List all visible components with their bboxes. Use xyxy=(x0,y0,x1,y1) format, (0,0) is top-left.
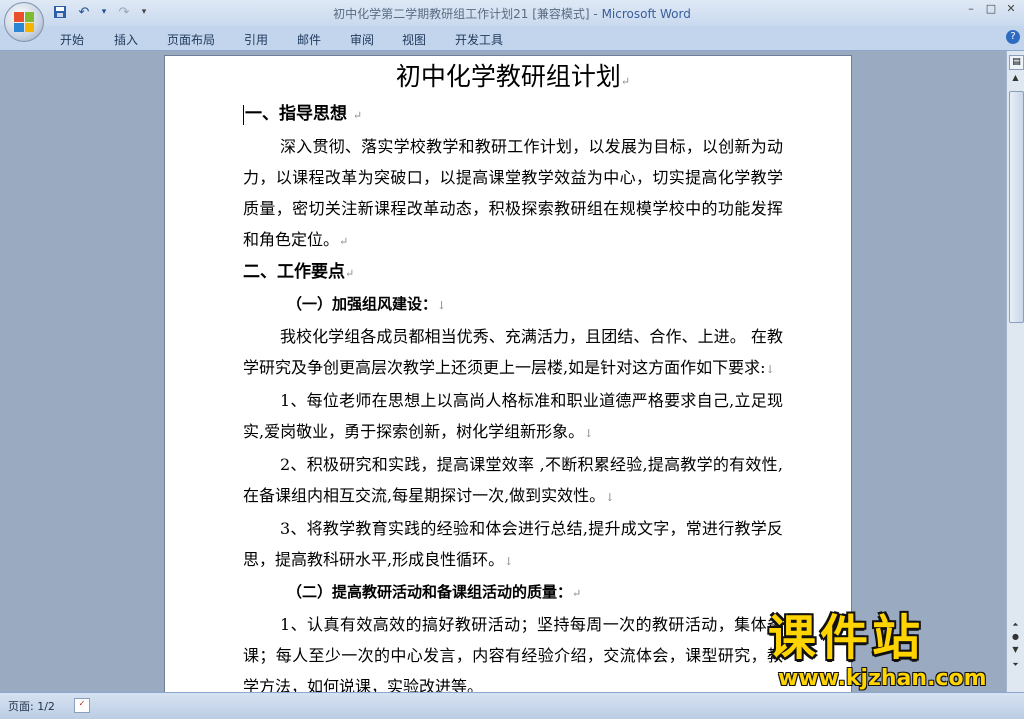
tab-insert[interactable]: 插入 xyxy=(114,31,138,48)
document-page[interactable]: 初中化学教研组计划↵ 一、指导思想 ↵ 深入贯彻、落实学校教学和教研工作计划，以… xyxy=(164,55,852,692)
list-item: 3、将教学教育实践的经验和体会进行总结,提升成文字，常进行教学反思，提高教科研水… xyxy=(243,519,783,569)
heading-work-points: 二、工作要点↵ xyxy=(243,262,355,282)
document-body[interactable]: 初中化学教研组计划↵ 一、指导思想 ↵ 深入贯彻、落实学校教学和教研工作计划，以… xyxy=(243,56,783,692)
view-ruler-icon[interactable]: ▤ xyxy=(1009,55,1024,70)
tab-mailings[interactable]: 邮件 xyxy=(297,31,321,48)
tab-developer[interactable]: 开发工具 xyxy=(455,31,503,48)
ribbon-tabs: 开始 插入 页面布局 引用 邮件 审阅 视图 开发工具 ? xyxy=(0,26,1024,51)
list-item: 2、积极研究和实践，提高课堂效率 ,不断积累经验,提高教学的有效性,在备课组内相… xyxy=(243,455,783,505)
document-title: 初中化学教研组计划↵ xyxy=(395,62,631,91)
app-name: Microsoft Word xyxy=(601,7,691,21)
paragraph-research-activities: 1、认真有效高效的搞好教研活动；坚持每周一次的教研活动，集体备课；每人至少一次的… xyxy=(243,615,783,692)
subheading-research-quality: （二）提高教研活动和备课组活动的质量：↵ xyxy=(287,583,582,601)
restore-icon[interactable]: □ xyxy=(984,2,998,15)
watermark-brand: 课件站 xyxy=(768,610,925,666)
page-count[interactable]: 页面: 1/2 xyxy=(8,698,55,714)
list-item: 1、每位老师在思想上以高尚人格标准和职业道德严格要求自己,立足现实,爱岗敬业，勇… xyxy=(243,391,783,441)
browse-object-icon[interactable]: ● xyxy=(1009,632,1022,644)
tab-references[interactable]: 引用 xyxy=(244,31,268,48)
paragraph-guiding-ideas: 深入贯彻、落实学校教学和教研工作计划，以发展为目标，以创新为动力，以课程改革为突… xyxy=(243,137,783,249)
office-logo-icon xyxy=(14,12,34,32)
paragraph-team-intro: 我校化学组各成员都相当优秀、充满活力，且团结、合作、上进。 在教学研究及争创更高… xyxy=(243,327,783,377)
tab-page-layout[interactable]: 页面布局 xyxy=(167,31,215,48)
scroll-up-icon[interactable]: ▲ xyxy=(1009,73,1022,86)
next-page-icon[interactable]: ⏷ xyxy=(1009,660,1022,672)
watermark-logo: 课件站 www.kjzhan.com xyxy=(760,610,1010,692)
title-separator: - xyxy=(589,7,602,21)
minimize-icon[interactable]: – xyxy=(964,2,978,15)
heading-guiding-ideas: 一、指导思想 ↵ xyxy=(243,104,363,125)
vertical-scrollbar[interactable]: ▤ ▲ ⏶ ● ▼ ⏷ xyxy=(1006,51,1024,692)
previous-page-icon[interactable]: ⏶ xyxy=(1009,620,1022,632)
title-bar: ↶ ▾ ↷ ▾ 初中化学第二学期教研组工作计划21 [兼容模式] - Micro… xyxy=(0,0,1024,26)
document-workspace: 初中化学教研组计划↵ 一、指导思想 ↵ 深入贯彻、落实学校教学和教研工作计划，以… xyxy=(0,51,1006,692)
text-cursor xyxy=(243,104,244,125)
window-controls: – □ ✕ xyxy=(964,2,1018,15)
close-icon[interactable]: ✕ xyxy=(1004,2,1018,15)
document-name: 初中化学第二学期教研组工作计划21 [兼容模式] xyxy=(333,7,590,21)
tab-view[interactable]: 视图 xyxy=(402,31,426,48)
status-bar: 页面: 1/2 ✓ xyxy=(0,692,1024,719)
tab-review[interactable]: 审阅 xyxy=(350,31,374,48)
scroll-thumb[interactable] xyxy=(1009,91,1024,323)
watermark-url: www.kjzhan.com xyxy=(778,666,987,691)
tab-home[interactable]: 开始 xyxy=(60,31,84,48)
proofing-icon[interactable]: ✓ xyxy=(74,698,90,713)
help-icon[interactable]: ? xyxy=(1006,30,1020,44)
subheading-team-style: （一）加强组风建设：↓ xyxy=(287,295,447,313)
window-title: 初中化学第二学期教研组工作计划21 [兼容模式] - Microsoft Wor… xyxy=(0,5,1024,22)
office-button[interactable] xyxy=(4,2,44,42)
scroll-down-icon[interactable]: ▼ xyxy=(1009,645,1022,658)
